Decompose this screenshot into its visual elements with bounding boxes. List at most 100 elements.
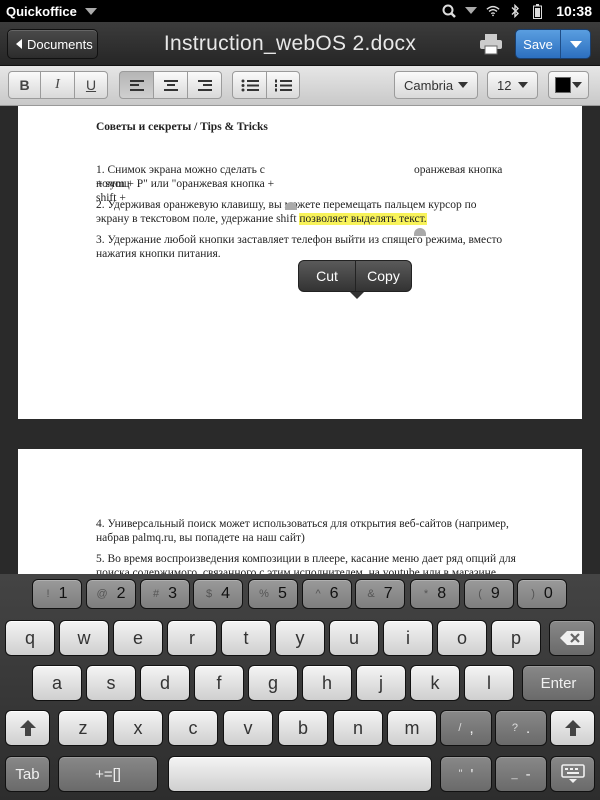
number-key-5[interactable]: % 5 <box>248 579 298 609</box>
tip1-line1-end: оранжевая кнопка <box>414 164 503 176</box>
underline-button[interactable]: U <box>74 71 108 99</box>
key-x[interactable]: x <box>113 710 163 746</box>
number-key-0[interactable]: ) 0 <box>517 579 567 609</box>
backspace-key[interactable] <box>549 620 595 656</box>
shift-arrow-icon <box>19 720 36 736</box>
cut-button[interactable]: Cut <box>299 268 355 284</box>
print-icon[interactable] <box>478 33 504 55</box>
bold-button[interactable]: B <box>8 71 41 99</box>
number-key-9[interactable]: (9 <box>464 579 514 609</box>
key-b[interactable]: b <box>278 710 328 746</box>
question-period-key[interactable]: ? . <box>495 710 547 746</box>
key-v[interactable]: v <box>223 710 273 746</box>
align-right-button[interactable] <box>187 71 222 99</box>
key-number: 8 <box>437 585 447 602</box>
symbols-key[interactable]: +=[] <box>58 756 158 792</box>
quote-symbol: " <box>458 768 463 780</box>
clock: 10:38 <box>556 3 592 19</box>
font-size-select[interactable]: 12 <box>487 71 538 99</box>
search-icon[interactable] <box>442 4 457 18</box>
number-key-2[interactable]: @2 <box>86 579 136 609</box>
key-q[interactable]: q <box>5 620 55 656</box>
dash-label: - <box>525 765 531 783</box>
selected-text[interactable]: позволяет выделять текст. <box>299 213 427 225</box>
align-left-icon <box>129 79 144 91</box>
edit-context-menu: Cut Copy <box>298 260 412 292</box>
key-d[interactable]: d <box>140 665 190 701</box>
key-n[interactable]: n <box>333 710 383 746</box>
number-key-4[interactable]: $4 <box>193 579 243 609</box>
shift-left-key[interactable] <box>5 710 50 746</box>
key-u[interactable]: u <box>329 620 379 656</box>
numbered-list-icon <box>275 79 292 91</box>
number-key-8[interactable]: * 8 <box>410 579 460 609</box>
tip3-line1: 3. Удержание любой кнопки заставляет тел… <box>96 234 503 246</box>
documents-back-button[interactable]: Documents <box>7 29 98 59</box>
save-button[interactable]: Save <box>515 29 591 59</box>
italic-button[interactable]: I <box>40 71 75 99</box>
key-e[interactable]: e <box>113 620 163 656</box>
tip3-line2: нажатия кнопки питания. <box>96 248 221 260</box>
number-key-7[interactable]: & 7 <box>355 579 405 609</box>
format-toolbar: B I U Cambria 12 <box>0 66 600 106</box>
hide-keyboard-key[interactable] <box>550 756 595 792</box>
key-c[interactable]: c <box>168 710 218 746</box>
tab-key[interactable]: Tab <box>5 756 50 792</box>
key-h[interactable]: h <box>302 665 352 701</box>
shift-arrow-icon <box>564 720 581 736</box>
key-f[interactable]: f <box>194 665 244 701</box>
key-y[interactable]: y <box>275 620 325 656</box>
quote-key[interactable]: " ' <box>440 756 492 792</box>
app-menu-chevron-icon[interactable] <box>84 7 97 15</box>
space-bar[interactable] <box>168 756 432 792</box>
key-j[interactable]: j <box>356 665 406 701</box>
slash-comma-key[interactable]: / , <box>440 710 492 746</box>
key-k[interactable]: k <box>410 665 460 701</box>
key-t[interactable]: t <box>221 620 271 656</box>
text-color-select[interactable] <box>548 71 589 99</box>
selection-start-handle[interactable] <box>285 202 297 210</box>
key-symbol: $ <box>205 588 213 600</box>
key-r[interactable]: r <box>167 620 217 656</box>
number-key-1[interactable]: ! 1 <box>32 579 82 609</box>
key-z[interactable]: z <box>58 710 108 746</box>
chevron-down-icon <box>458 82 468 88</box>
key-g[interactable]: g <box>248 665 298 701</box>
key-l[interactable]: l <box>464 665 514 701</box>
dash-key[interactable]: _ - <box>495 756 547 792</box>
key-i[interactable]: i <box>383 620 433 656</box>
align-left-button[interactable] <box>119 71 154 99</box>
key-a[interactable]: a <box>32 665 82 701</box>
app-name[interactable]: Quickoffice <box>6 4 77 19</box>
font-family-select[interactable]: Cambria <box>394 71 478 99</box>
key-w[interactable]: w <box>59 620 109 656</box>
shift-right-key[interactable] <box>550 710 595 746</box>
key-o[interactable]: o <box>437 620 487 656</box>
virtual-keyboard: ! 1 @2 #3 $4% 5 ^ 6 & 7 * 8(9) 0 qwertyuiop asdfghjk… <box>0 574 600 800</box>
key-m[interactable]: m <box>387 710 437 746</box>
enter-key[interactable]: Enter <box>522 665 595 701</box>
back-arrow-icon <box>16 39 22 49</box>
number-key-6[interactable]: ^ 6 <box>302 579 352 609</box>
numbered-list-button[interactable] <box>266 71 300 99</box>
period-label: . <box>525 719 531 737</box>
document-canvas[interactable]: Советы и секреты / Tips & Tricks 1. Сним… <box>0 106 600 574</box>
key-symbol: @ <box>96 588 108 600</box>
key-symbol: % <box>259 588 269 600</box>
align-center-button[interactable] <box>153 71 188 99</box>
key-number: 7 <box>383 585 393 602</box>
copy-button[interactable]: Copy <box>356 268 411 284</box>
key-p[interactable]: p <box>491 620 541 656</box>
key-number: 9 <box>490 585 500 602</box>
comma-label: , <box>469 719 474 737</box>
chevron-down-icon <box>572 82 582 88</box>
chevron-down-icon[interactable] <box>464 4 478 18</box>
save-options-chevron-icon[interactable] <box>561 40 590 48</box>
bullet-list-button[interactable] <box>232 71 267 99</box>
number-key-3[interactable]: #3 <box>140 579 190 609</box>
document-title: Instruction_webOS 2.docx <box>163 32 417 55</box>
key-symbol: # <box>152 588 160 600</box>
key-s[interactable]: s <box>86 665 136 701</box>
document-page[interactable]: 4. Универсальный поиск может использоват… <box>18 449 582 574</box>
selection-end-handle[interactable] <box>414 228 426 236</box>
